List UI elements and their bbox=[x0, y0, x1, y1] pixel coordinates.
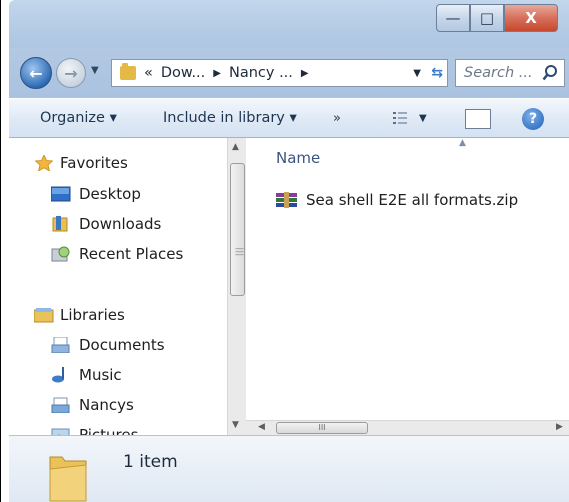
scrollbar-thumb[interactable]: — — — bbox=[230, 163, 245, 296]
file-name: Sea shell E2E all formats.zip bbox=[306, 191, 519, 209]
nav-item-label: Favorites bbox=[60, 154, 128, 172]
breadcrumb-arrow-icon[interactable]: ▶ bbox=[213, 68, 221, 79]
search-icon[interactable] bbox=[542, 64, 558, 82]
column-header-name[interactable]: Name bbox=[276, 149, 320, 167]
grip-icon: — — — bbox=[235, 244, 244, 260]
scroll-left-icon[interactable]: ◀ bbox=[258, 422, 265, 432]
recent-places-icon bbox=[51, 246, 70, 262]
star-icon bbox=[34, 155, 54, 171]
close-button[interactable]: X bbox=[504, 4, 558, 32]
nav-item-downloads[interactable]: Downloads bbox=[51, 215, 161, 233]
grip-icon: III bbox=[318, 423, 326, 432]
folder-icon bbox=[120, 63, 136, 80]
breadcrumb-arrow-icon[interactable]: ▶ bbox=[301, 68, 309, 79]
file-item[interactable]: Sea shell E2E all formats.zip bbox=[276, 191, 518, 209]
nav-item-desktop[interactable]: Desktop bbox=[51, 185, 141, 203]
library-icon bbox=[51, 397, 70, 413]
winrar-archive-icon bbox=[276, 192, 297, 208]
maximize-button[interactable]: □ bbox=[470, 4, 504, 32]
item-count: 1 item bbox=[123, 452, 178, 472]
file-list-horizontal-scrollbar[interactable]: ◀ III ▶ bbox=[246, 420, 569, 435]
scrollbar-thumb[interactable]: III bbox=[276, 422, 368, 434]
recent-pages-dropdown[interactable]: ▼ bbox=[91, 65, 99, 76]
nav-item-label: Music bbox=[79, 366, 122, 384]
nav-item-label: Downloads bbox=[79, 215, 162, 233]
search-placeholder: Search ... bbox=[464, 65, 533, 81]
nav-item-label: Documents bbox=[79, 336, 165, 354]
nav-item-label: Pictures bbox=[79, 426, 139, 435]
preview-pane-button[interactable] bbox=[465, 109, 491, 129]
breadcrumb-segment[interactable]: Dow... bbox=[161, 65, 205, 81]
search-input[interactable]: Search ... bbox=[455, 59, 565, 87]
desktop-icon bbox=[51, 186, 71, 202]
nav-item-nancys[interactable]: Nancys bbox=[51, 396, 134, 414]
breadcrumb-segment[interactable]: Nancy ... bbox=[229, 65, 293, 81]
music-icon bbox=[52, 367, 64, 383]
navigation-pane-scrollbar[interactable]: ▲ — — — ▼ bbox=[227, 138, 246, 435]
nav-item-label: Recent Places bbox=[79, 245, 184, 263]
help-button[interactable]: ? bbox=[522, 108, 544, 130]
nav-item-label: Nancys bbox=[79, 396, 134, 414]
libraries-icon bbox=[34, 308, 54, 323]
view-options-dropdown-icon[interactable]: ▼ bbox=[419, 113, 427, 124]
include-in-library-button[interactable]: Include in library ▾ bbox=[163, 110, 297, 126]
sort-ascending-icon: ▲ bbox=[459, 138, 466, 148]
organize-menu-button[interactable]: Organize ▾ bbox=[40, 110, 117, 126]
more-commands-button[interactable]: » bbox=[333, 111, 341, 126]
navigation-pane: Favorites Desktop Downloads Recent Place… bbox=[9, 138, 227, 435]
address-overflow[interactable]: « bbox=[144, 65, 153, 81]
folder-icon bbox=[49, 456, 87, 502]
back-button[interactable]: ← bbox=[20, 57, 52, 89]
command-bar: Organize ▾ Include in library ▾ » ▼ ? bbox=[9, 98, 569, 138]
address-bar[interactable]: « Dow... ▶ Nancy ... ▶ ▼ ⇆ bbox=[111, 59, 448, 87]
nav-item-music[interactable]: Music bbox=[51, 366, 122, 384]
nav-item-recent-places[interactable]: Recent Places bbox=[51, 245, 183, 263]
address-dropdown-icon[interactable]: ▼ bbox=[413, 68, 421, 79]
forward-button[interactable]: → bbox=[56, 58, 86, 88]
nav-item-favorites[interactable]: Favorites bbox=[34, 154, 128, 172]
scroll-down-icon[interactable]: ▼ bbox=[232, 420, 239, 430]
arrow-left-icon: ← bbox=[29, 63, 43, 83]
pictures-icon bbox=[51, 428, 70, 435]
scroll-up-icon[interactable]: ▲ bbox=[232, 142, 239, 152]
title-bar: — □ X bbox=[9, 0, 569, 48]
scroll-right-icon[interactable]: ▶ bbox=[556, 422, 563, 432]
nav-item-label: Libraries bbox=[60, 306, 125, 324]
nav-item-label: Desktop bbox=[79, 185, 141, 203]
explorer-window: — □ X ← → ▼ « Dow... ▶ Nancy ... ▶ ▼ ⇆ S… bbox=[0, 0, 569, 502]
minimize-button[interactable]: — bbox=[436, 4, 470, 32]
arrow-right-icon: → bbox=[64, 63, 78, 83]
downloads-folder-icon bbox=[52, 216, 68, 232]
navigation-bar: ← → ▼ « Dow... ▶ Nancy ... ▶ ▼ ⇆ Search … bbox=[9, 48, 569, 98]
nav-item-pictures[interactable]: Pictures bbox=[51, 426, 138, 435]
window-controls: — □ X bbox=[436, 4, 558, 32]
details-pane: 1 item bbox=[9, 435, 569, 502]
refresh-icon[interactable]: ⇆ bbox=[431, 65, 443, 81]
change-view-icon[interactable] bbox=[392, 110, 408, 126]
nav-item-libraries[interactable]: Libraries bbox=[34, 306, 125, 324]
file-list: ▲ Name Sea shell E2E all formats.zip bbox=[246, 138, 569, 420]
documents-icon bbox=[51, 337, 70, 353]
nav-item-documents[interactable]: Documents bbox=[51, 336, 165, 354]
